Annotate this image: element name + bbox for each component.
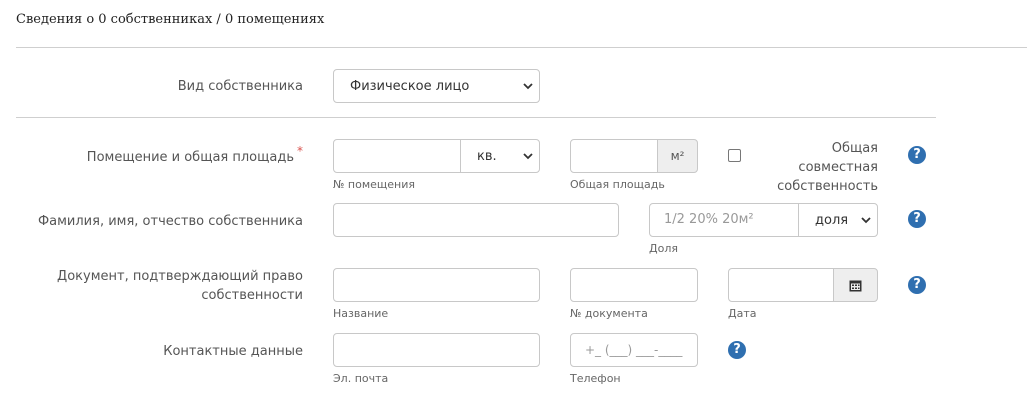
joint-ownership-label-line1: Общая совместная	[798, 141, 878, 175]
owner-name-input[interactable]	[333, 203, 619, 237]
premises-label-text: Помещение и общая площадь	[86, 150, 294, 165]
chevron-down-icon	[523, 83, 533, 90]
help-icon[interactable]: ?	[908, 146, 926, 164]
chevron-down-icon	[861, 217, 871, 224]
share-placeholder: 1/2 20% 20м²	[664, 212, 754, 227]
contacts-label: Контактные данные	[163, 344, 303, 359]
joint-ownership-label-line2: собственность	[777, 179, 878, 194]
joint-ownership-checkbox[interactable]	[728, 149, 741, 162]
area-hint: Общая площадь	[570, 178, 665, 191]
owner-type-value: Физическое лицо	[350, 78, 470, 94]
divider	[16, 117, 936, 118]
area-input[interactable]	[570, 139, 658, 173]
required-mark: *	[297, 144, 303, 158]
email-hint: Эл. почта	[333, 372, 389, 385]
document-label-line2: собственности	[201, 288, 303, 303]
joint-ownership-label: Общая совместная собственность	[750, 139, 878, 196]
document-label-line1: Документ, подтверждающий право	[57, 269, 303, 284]
premises-number-hint: № помещения	[333, 178, 416, 191]
premises-type-select[interactable]: кв.	[460, 139, 540, 173]
document-date-input[interactable]	[728, 268, 834, 302]
page-title: Сведения о 0 собственниках / 0 помещения…	[16, 12, 325, 27]
owner-type-label: Вид собственника	[177, 79, 303, 94]
share-hint: Доля	[649, 242, 678, 255]
phone-hint: Телефон	[570, 372, 621, 385]
share-unit-select[interactable]: доля	[798, 203, 878, 237]
premises-number-input[interactable]	[333, 139, 461, 173]
document-number-hint: № документа	[570, 307, 648, 320]
document-label: Документ, подтверждающий право собственн…	[57, 267, 303, 305]
help-icon[interactable]: ?	[908, 276, 926, 294]
divider	[16, 47, 1027, 48]
document-date-hint: Дата	[728, 307, 757, 320]
document-name-input[interactable]	[333, 268, 540, 302]
owner-name-label: Фамилия, имя, отчество собственника	[37, 214, 303, 229]
share-input[interactable]: 1/2 20% 20м²	[649, 203, 799, 237]
document-name-hint: Название	[333, 307, 389, 320]
premises-label: Помещение и общая площадь *	[86, 144, 303, 167]
chevron-down-icon	[523, 153, 533, 160]
help-icon[interactable]: ?	[728, 341, 746, 359]
area-unit-addon: м²	[657, 139, 698, 173]
calendar-icon	[849, 280, 862, 291]
share-unit-value: доля	[815, 212, 849, 228]
phone-input[interactable]: +_ (___) ___-____	[570, 333, 698, 367]
email-input[interactable]	[333, 333, 540, 367]
document-number-input[interactable]	[570, 268, 698, 302]
owner-type-select[interactable]: Физическое лицо	[333, 69, 540, 103]
help-icon[interactable]: ?	[908, 210, 926, 228]
premises-type-value: кв.	[477, 148, 497, 164]
calendar-button[interactable]	[833, 268, 878, 302]
phone-placeholder: +_ (___) ___-____	[585, 343, 683, 357]
